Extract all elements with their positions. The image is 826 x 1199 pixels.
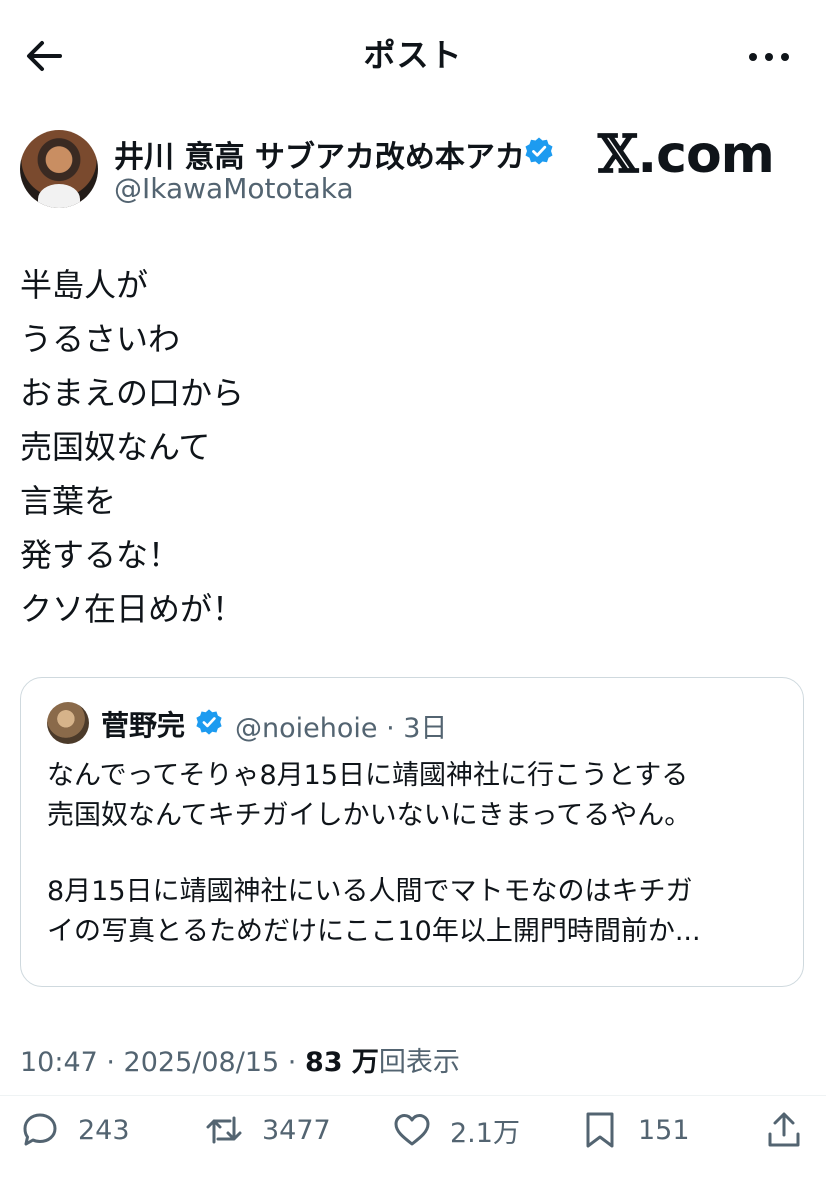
like-count: 2.1万 [450, 1117, 520, 1149]
retweet-count: 3477 [262, 1114, 331, 1146]
share-button[interactable] [764, 1108, 822, 1152]
bookmark-button[interactable]: 151 [580, 1108, 690, 1152]
quoted-line: 売国奴なんてキチガイしかいないにきまってるやん。 [47, 800, 692, 831]
quoted-author-avatar [47, 702, 89, 744]
verified-badge-icon [525, 137, 553, 165]
x-logo-glyph: 𝕏 [598, 124, 638, 185]
quoted-author-meta: @noiehoie · 3日 [235, 713, 448, 744]
retweet-button[interactable]: 3477 [204, 1108, 331, 1152]
author-display-name[interactable]: 井川 意高 サブアカ改め本アカ [114, 132, 525, 176]
post-line: 言葉を [20, 482, 117, 520]
more-horizontal-icon[interactable] [744, 40, 794, 74]
post-line: クソ在日めが！ [20, 590, 245, 628]
post-timestamp[interactable]: 10:47 · 2025/08/15 · [20, 1047, 305, 1078]
share-icon [768, 1112, 800, 1147]
author-handle[interactable]: @IkawaMototaka [114, 172, 354, 205]
quoted-line: イの写真とるためだけにここ10年以上開門時間前か... [47, 916, 701, 947]
post-line: 半島人が [20, 266, 149, 304]
reply-count: 243 [78, 1114, 130, 1146]
page-title: ポスト [363, 36, 463, 74]
bookmark-count: 151 [638, 1114, 690, 1146]
retweet-icon [206, 1116, 242, 1144]
reply-button[interactable]: 243 [20, 1108, 130, 1152]
author-avatar[interactable] [20, 130, 98, 208]
post-text: 半島人が うるさいわ おまえの口から 売国奴なんて 言葉を 発するな！ クソ在日… [20, 258, 244, 636]
post-line: おまえの口から [20, 374, 245, 412]
quoted-author-name: 菅野完 [101, 709, 186, 742]
quoted-line: 8月15日に靖國神社にいる人間でマトモなのはキチガ [47, 876, 693, 907]
quoted-line-gap [47, 836, 787, 872]
view-count: 83 万 [304, 1047, 379, 1078]
post-line: うるさいわ [20, 320, 181, 358]
watermark-suffix: .com [637, 125, 774, 185]
verified-badge-icon [196, 709, 222, 735]
post-meta: 10:47 · 2025/08/15 · 83 万回表示 [20, 1040, 460, 1079]
reply-icon [23, 1113, 57, 1146]
post-line: 売国奴なんて [20, 428, 211, 466]
quoted-post[interactable]: 菅野完 @noiehoie · 3日 なんでってそりゃ8月15日に靖國神社に行こ… [20, 677, 804, 987]
bookmark-icon [586, 1112, 614, 1148]
view-label: 回表示 [378, 1047, 460, 1078]
x-com-watermark: 𝕏.com [598, 124, 775, 185]
heart-icon [394, 1114, 430, 1146]
quoted-line: なんでってそりゃ8月15日に靖國神社に行こうとする [47, 760, 689, 791]
post-line: 発するな！ [20, 536, 181, 574]
divider [0, 1095, 826, 1096]
like-button[interactable]: 2.1万 [392, 1108, 520, 1152]
quoted-post-text: なんでってそりゃ8月15日に靖國神社に行こうとする 売国奴なんてキチガイしかいな… [47, 756, 787, 952]
